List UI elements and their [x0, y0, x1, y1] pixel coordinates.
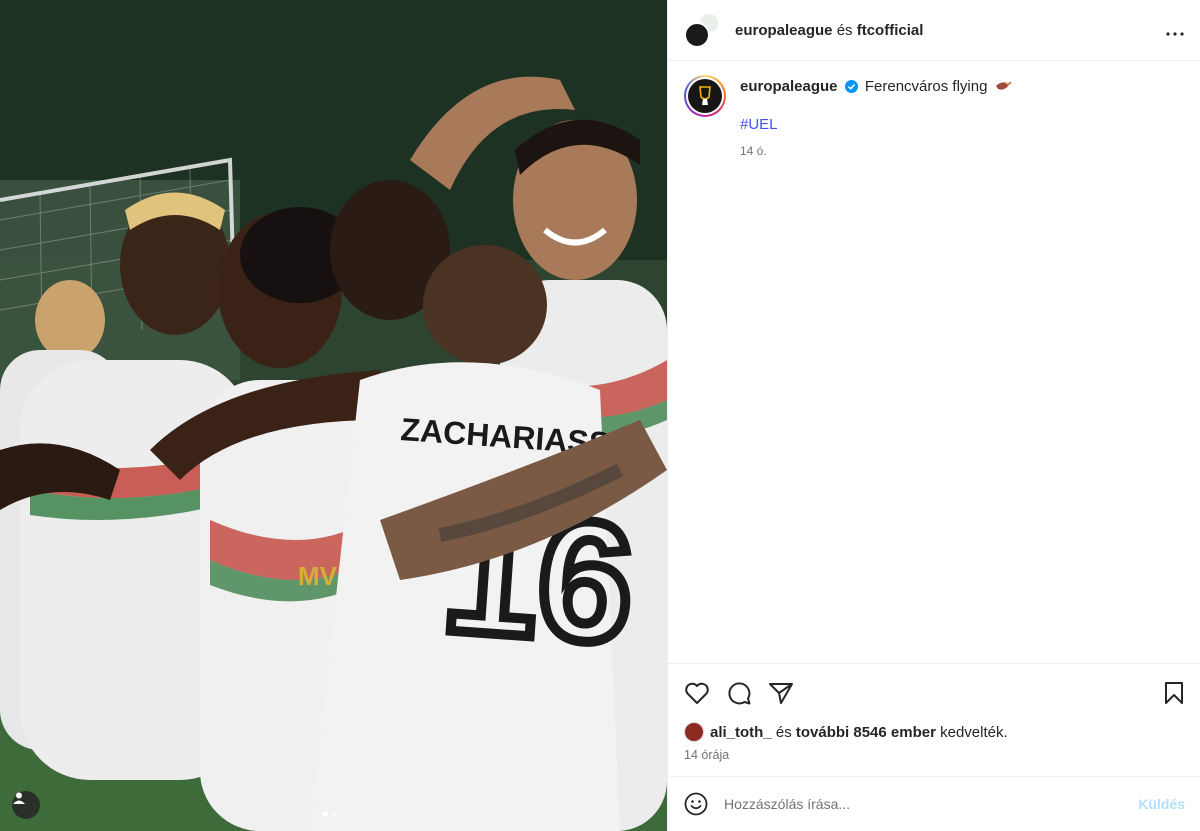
smiley-icon: [684, 792, 708, 816]
tagged-users-button[interactable]: [12, 791, 40, 819]
caption-timestamp: 14 ó.: [740, 144, 767, 158]
like-button[interactable]: [684, 681, 710, 705]
carousel-dot[interactable]: [332, 811, 338, 817]
caption-username[interactable]: europaleague: [740, 78, 838, 95]
send-icon: [769, 683, 793, 704]
comment-composer: Küldés: [668, 776, 1200, 831]
more-horizontal-icon: [1166, 32, 1184, 36]
post-photo[interactable]: MVM ZACHARIASS 16: [0, 0, 667, 831]
header-user1[interactable]: europaleague: [735, 22, 833, 39]
send-comment-button[interactable]: Küldés: [1138, 796, 1185, 812]
hashtag-link[interactable]: #UEL: [740, 115, 1013, 135]
more-options-button[interactable]: [1166, 20, 1184, 40]
bookmark-icon: [1165, 682, 1183, 704]
comment-button[interactable]: [726, 680, 752, 706]
heart-icon: [685, 682, 709, 704]
liker-avatar[interactable]: [684, 722, 704, 742]
header-user2[interactable]: ftcofficial: [857, 22, 924, 39]
carousel-dot[interactable]: [322, 811, 328, 817]
comment-input[interactable]: [724, 796, 1139, 812]
post-details-panel: europaleague és ftcofficial europaleague: [667, 0, 1200, 831]
caption-avatar[interactable]: [684, 75, 726, 117]
post-timestamp[interactable]: 14 órája: [684, 748, 1185, 762]
caption-block: europaleague Ferencváros flying #UEL 14 …: [668, 61, 1200, 161]
person-icon: [13, 792, 25, 804]
likes-others-link[interactable]: további 8546 ember: [796, 724, 936, 741]
post-header: europaleague és ftcofficial: [668, 0, 1200, 61]
eagle-emoji-icon: [995, 82, 1012, 90]
emoji-picker-button[interactable]: [684, 792, 708, 816]
action-icons: [684, 678, 1185, 708]
photo-illustration: MVM ZACHARIASS 16: [0, 0, 667, 831]
share-button[interactable]: [768, 681, 794, 705]
carousel-indicator: [322, 811, 338, 817]
save-button[interactable]: [1163, 681, 1185, 705]
caption-text: Ferencváros flying: [864, 78, 988, 95]
likes-connector: és: [775, 723, 792, 741]
uel-trophy-icon: [699, 86, 711, 105]
liker-username[interactable]: ali_toth_: [710, 724, 772, 741]
verified-badge-icon: [844, 80, 858, 93]
likes-suffix: kedvelték.: [940, 723, 1008, 741]
collab-avatars[interactable]: [684, 12, 720, 48]
header-connector: és: [836, 21, 853, 39]
collab-usernames: europaleague és ftcofficial: [735, 22, 923, 39]
actions-section: ali_toth_ és további 8546 ember kedvelté…: [668, 663, 1200, 762]
comment-icon: [728, 682, 751, 705]
likes-summary: ali_toth_ és további 8546 ember kedvelté…: [684, 722, 1185, 742]
avatar-europaleague[interactable]: [684, 22, 710, 48]
